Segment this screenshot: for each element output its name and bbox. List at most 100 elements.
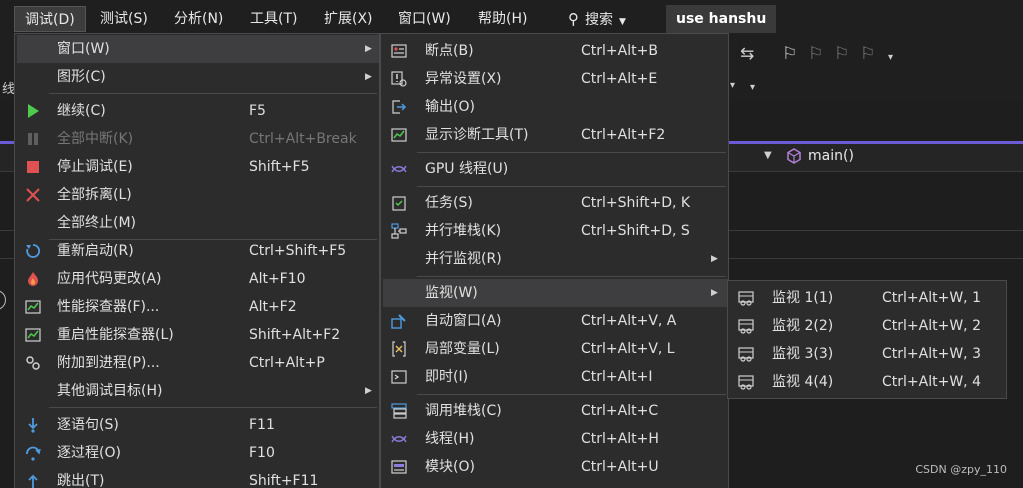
menu-item-watch-3[interactable]: 监视 3(3) Ctrl+Alt+W, 3	[730, 340, 1006, 368]
menu-item-shortcut: Ctrl+Alt+B	[581, 43, 658, 59]
menu-item-shortcut: Shift+F11	[249, 473, 319, 488]
toolbar-overflow-icon-2[interactable]: ▾	[750, 82, 755, 93]
menu-item-restart[interactable]: 重新启动(R) Ctrl+Shift+F5	[17, 237, 379, 265]
menu-item-immediate[interactable]: 即时(I) Ctrl+Alt+I	[383, 363, 728, 391]
menu-test[interactable]: 测试(S)	[90, 6, 158, 32]
menu-item-stop-debugging[interactable]: 停止调试(E) Shift+F5	[17, 153, 379, 181]
menu-item-shortcut: Ctrl+Alt+V, L	[581, 341, 675, 357]
menu-item-other-debug-targets[interactable]: 其他调试目标(H) ▶	[17, 377, 379, 405]
menu-debug[interactable]: 调试(D)	[14, 6, 86, 32]
menu-separator	[417, 276, 726, 277]
menu-item-shortcut: Shift+Alt+F2	[249, 327, 341, 343]
bookmark-clear-icon[interactable]: ⚐	[860, 44, 875, 64]
menu-item-shortcut: F10	[249, 445, 275, 461]
bookmark-next-icon[interactable]: ⚐	[834, 44, 849, 64]
solution-name-badge[interactable]: use hanshu	[666, 5, 777, 33]
menu-item-label: 重启性能探查器(L)	[57, 327, 174, 343]
menu-item-continue[interactable]: 继续(C) F5	[17, 97, 379, 125]
menu-bar: 调试(D) 测试(S) 分析(N) 工具(T) 扩展(X) 窗口(W) 帮助(H…	[0, 0, 1023, 37]
menu-item-shortcut: Ctrl+Alt+U	[581, 459, 659, 475]
menu-item-label: 窗口(W)	[57, 41, 110, 57]
bookmark-icon[interactable]: ⚐	[782, 44, 797, 64]
menu-item-window[interactable]: 窗口(W) ▶	[17, 35, 379, 63]
menu-item-label: 继续(C)	[57, 103, 106, 119]
menu-separator	[49, 407, 377, 408]
output-icon	[392, 100, 407, 114]
menu-item-label: 监视(W)	[425, 285, 478, 301]
menu-separator	[417, 394, 726, 395]
menu-item-shortcut: Ctrl+Alt+Break	[249, 131, 357, 147]
menu-analyze[interactable]: 分析(N)	[164, 6, 233, 32]
menu-item-relaunch-profiler[interactable]: 重启性能探查器(L) Shift+Alt+F2	[17, 321, 379, 349]
menu-item-label: GPU 线程(U)	[425, 161, 509, 177]
toolbar-overflow-icon[interactable]: ▾	[888, 52, 893, 63]
scope-dropdown-chevron-icon[interactable]: ▼	[764, 150, 772, 161]
menu-item-step-over[interactable]: 逐过程(O) F10	[17, 439, 379, 467]
bookmark-prev-icon[interactable]: ⚐	[808, 44, 823, 64]
menu-item-shortcut: Ctrl+Alt+W, 3	[882, 346, 981, 362]
menu-item-modules[interactable]: 模块(O) Ctrl+Alt+U	[383, 453, 728, 481]
dropdown-chevron-icon[interactable]: ▾	[730, 80, 735, 91]
menu-item-performance-profiler[interactable]: 性能探查器(F)... Alt+F2	[17, 293, 379, 321]
menu-item-label: 全部拆离(L)	[57, 187, 132, 203]
menu-item-call-stack[interactable]: 调用堆栈(C) Ctrl+Alt+C	[383, 397, 728, 425]
menu-item-graphics[interactable]: 图形(C) ▶	[17, 63, 379, 91]
menu-item-shortcut: Ctrl+Shift+D, S	[581, 223, 690, 239]
search-icon: ⚲	[568, 10, 579, 28]
submenu-arrow-icon: ▶	[365, 72, 372, 82]
diagnostic-tools-icon	[391, 128, 407, 142]
menu-item-locals[interactable]: 局部变量(L) Ctrl+Alt+V, L	[383, 335, 728, 363]
menu-item-step-out[interactable]: 跳出(T) Shift+F11	[17, 467, 379, 488]
menu-item-step-into[interactable]: 逐语句(S) F11	[17, 411, 379, 439]
menu-separator	[49, 93, 377, 94]
menu-item-label: 监视 3(3)	[772, 346, 834, 362]
chevron-down-icon: ▼	[619, 17, 626, 27]
menu-item-terminate-all[interactable]: 全部终止(M)	[17, 209, 379, 237]
menu-item-label: 图形(C)	[57, 69, 106, 85]
menu-item-output[interactable]: 输出(O)	[383, 93, 728, 121]
menu-item-detach-all[interactable]: 全部拆离(L)	[17, 181, 379, 209]
menu-item-label: 任务(S)	[425, 195, 473, 211]
menu-item-label: 逐语句(S)	[57, 417, 119, 433]
menu-item-shortcut: Ctrl+Alt+P	[249, 355, 325, 371]
menu-item-gpu-threads[interactable]: GPU 线程(U)	[383, 155, 728, 183]
exception-settings-icon	[391, 71, 407, 87]
menu-item-watch-1[interactable]: 监视 1(1) Ctrl+Alt+W, 1	[730, 284, 1006, 312]
menu-item-shortcut: F5	[249, 103, 266, 119]
menu-item-shortcut: Ctrl+Alt+I	[581, 369, 653, 385]
menu-item-label: 监视 4(4)	[772, 374, 834, 390]
tasks-icon	[392, 196, 406, 211]
search-button[interactable]: ⚲ 搜索 ▼	[560, 6, 634, 32]
menu-item-shortcut: Ctrl+Shift+D, K	[581, 195, 691, 211]
menu-item-watch[interactable]: 监视(W) ▶	[383, 279, 728, 307]
menu-item-shortcut: Ctrl+Alt+V, A	[581, 313, 677, 329]
function-selector[interactable]: main()	[808, 148, 854, 164]
menu-item-shortcut: Ctrl+Alt+F2	[581, 127, 666, 143]
menu-item-parallel-watch[interactable]: 并行监视(R) ▶	[383, 245, 728, 273]
menu-item-watch-4[interactable]: 监视 4(4) Ctrl+Alt+W, 4	[730, 368, 1006, 396]
menu-item-exception-settings[interactable]: 异常设置(X) Ctrl+Alt+E	[383, 65, 728, 93]
comment-toggle-icon[interactable]: ⇆	[740, 44, 754, 64]
menu-item-break-all[interactable]: 全部中断(K) Ctrl+Alt+Break	[17, 125, 379, 153]
menu-item-tasks[interactable]: 任务(S) Ctrl+Shift+D, K	[383, 189, 728, 217]
menu-tools[interactable]: 工具(T)	[240, 6, 307, 32]
menu-item-label: 停止调试(E)	[57, 159, 133, 175]
menu-item-breakpoints[interactable]: 断点(B) Ctrl+Alt+B	[383, 37, 728, 65]
menu-item-threads[interactable]: 线程(H) Ctrl+Alt+H	[383, 425, 728, 453]
menu-item-apply-code-changes[interactable]: 应用代码更改(A) Alt+F10	[17, 265, 379, 293]
menu-window[interactable]: 窗口(W)	[388, 6, 461, 32]
watch-icon	[738, 347, 754, 362]
modules-icon	[391, 460, 407, 474]
threads-icon	[391, 435, 407, 443]
search-label: 搜索	[585, 12, 613, 28]
menu-item-watch-2[interactable]: 监视 2(2) Ctrl+Alt+W, 2	[730, 312, 1006, 340]
menu-extensions[interactable]: 扩展(X)	[314, 6, 383, 32]
menu-item-parallel-stacks[interactable]: 并行堆栈(K) Ctrl+Shift+D, S	[383, 217, 728, 245]
profiler-icon	[25, 300, 41, 314]
menu-item-shortcut: Alt+F2	[249, 299, 297, 315]
parallel-stacks-icon	[391, 223, 407, 239]
menu-item-attach-to-process[interactable]: 附加到进程(P)... Ctrl+Alt+P	[17, 349, 379, 377]
menu-item-diagnostic-tools[interactable]: 显示诊断工具(T) Ctrl+Alt+F2	[383, 121, 728, 149]
menu-help[interactable]: 帮助(H)	[468, 6, 537, 32]
menu-item-autos[interactable]: 自动窗口(A) Ctrl+Alt+V, A	[383, 307, 728, 335]
